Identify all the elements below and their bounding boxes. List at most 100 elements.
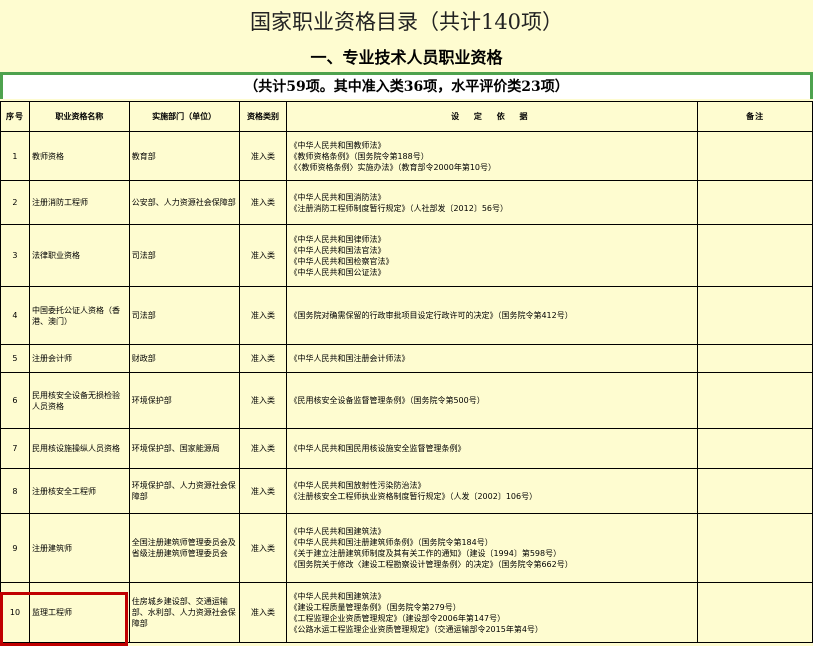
header-basis[interactable]: 设 定 依 据: [286, 101, 699, 132]
section-title: 一、专业技术人员职业资格: [0, 44, 813, 75]
basis-line: 《公路水运工程监理企业资质管理规定》（交通运输部令2015年第4号）: [289, 624, 543, 634]
cell-basis[interactable]: 《中华人民共和国建筑法》 《建设工程质量管理条例》（国务院令第279号） 《工程监理…: [286, 582, 699, 643]
table-row: 1 教师资格 教育部 准入类 《中华人民共和国教师法》 《教师资格条例》（国务院令第188…: [0, 131, 813, 181]
cell-name[interactable]: 法律职业资格: [28, 224, 130, 287]
selection-highlight: [0, 592, 128, 646]
cell-basis[interactable]: 《中华人民共和国建筑法》《中华人民共和国注册建筑师条例》（国务院令第184号） 《…: [286, 513, 699, 583]
cell-name[interactable]: 教师资格: [28, 131, 130, 181]
cell-remark[interactable]: [697, 513, 813, 583]
cell-category[interactable]: 准入类: [238, 180, 288, 225]
cell-seq[interactable]: 8: [0, 468, 30, 514]
basis-line: 《中华人民共和国检察官法》: [289, 256, 394, 266]
cell-dept[interactable]: 司法部: [128, 224, 240, 287]
cell-name[interactable]: 注册消防工程师: [28, 180, 130, 225]
basis-line: 《关于建立注册建筑师制度及其有关工作的通知》（建设〔1994〕第598号）: [289, 549, 562, 558]
cell-remark[interactable]: [697, 468, 813, 514]
table-row: 5 注册会计师 财政部 准入类 《中华人民共和国注册会计师法》: [0, 344, 813, 373]
cell-name[interactable]: 注册核安全工程师: [28, 468, 130, 514]
cell-category[interactable]: 准入类: [238, 344, 288, 373]
basis-line: 《中华人民共和国建筑法》: [289, 527, 386, 536]
section-count-summary[interactable]: （共计59项。其中准入类36项，水平评价类23项）: [0, 75, 813, 99]
basis-line: 《中华人民共和国律师法》: [289, 234, 386, 244]
cell-category[interactable]: 准入类: [238, 582, 288, 643]
table-row: 9 注册建筑师 全国注册建筑师管理委员会及省级注册建筑师管理委员会 准入类 《中华人民共…: [0, 513, 813, 583]
table-row: 8 注册核安全工程师 环境保护部、人力资源社会保障部 准入类 《中华人民共和国放射性污染…: [0, 468, 813, 514]
cell-remark[interactable]: [697, 372, 813, 429]
cell-seq[interactable]: 6: [0, 372, 30, 429]
basis-line: 《工程监理企业资质管理规定》（建设部令2006年第147号）: [289, 613, 506, 623]
cell-category[interactable]: 准入类: [238, 428, 288, 469]
qualification-table: 序号 职业资格名称 实施部门（单位） 资格类别 设 定 依 据 备注 1 教师资格…: [0, 101, 813, 643]
header-remark[interactable]: 备注: [697, 101, 813, 132]
cell-basis[interactable]: 《中华人民共和国消防法》 《注册消防工程师制度暂行规定》（人社部发〔2012〕56…: [286, 180, 699, 225]
cell-remark[interactable]: [697, 344, 813, 373]
cell-dept[interactable]: 公安部、人力资源社会保障部: [128, 180, 240, 225]
cell-seq[interactable]: 2: [0, 180, 30, 225]
cell-basis[interactable]: 《民用核安全设备监督管理条例》（国务院令第500号）: [286, 372, 699, 429]
table-row: 3 法律职业资格 司法部 准入类 《中华人民共和国律师法》 《中华人民共和国法官法》 《中华…: [0, 224, 813, 287]
cell-dept[interactable]: 司法部: [128, 286, 240, 345]
cell-dept[interactable]: 教育部: [128, 131, 240, 181]
cell-name[interactable]: 民用核安全设备无损检验人员资格: [28, 372, 130, 429]
cell-remark[interactable]: [697, 428, 813, 469]
cell-dept[interactable]: 环境保护部、人力资源社会保障部: [128, 468, 240, 514]
cell-basis[interactable]: 《中华人民共和国律师法》 《中华人民共和国法官法》 《中华人民共和国检察官法》 《中华…: [286, 224, 699, 287]
header-name[interactable]: 职业资格名称: [28, 101, 130, 132]
cell-category[interactable]: 准入类: [238, 224, 288, 287]
cell-category[interactable]: 准入类: [238, 286, 288, 345]
cell-seq[interactable]: 9: [0, 513, 30, 583]
basis-line: 《中华人民共和国建筑法》: [289, 591, 386, 601]
cell-basis[interactable]: 《中华人民共和国教师法》 《教师资格条例》（国务院令第188号） 《〈教师资格条例〉…: [286, 131, 699, 181]
basis-line: 《建设工程质量管理条例》（国务院令第279号）: [289, 602, 461, 612]
cell-remark[interactable]: [697, 582, 813, 643]
basis-line: 《注册消防工程师制度暂行规定》（人社部发〔2012〕56号）: [289, 203, 509, 213]
basis-line: 《国务院关于修改〈建设工程勘察设计管理条例〉的决定》（国务院令第662号）: [289, 560, 573, 569]
header-category[interactable]: 资格类别: [238, 101, 288, 132]
cell-seq[interactable]: 7: [0, 428, 30, 469]
header-dept[interactable]: 实施部门（单位）: [128, 101, 240, 132]
cell-dept[interactable]: 环境保护部、国家能源局: [128, 428, 240, 469]
cell-dept[interactable]: 环境保护部: [128, 372, 240, 429]
cell-name[interactable]: 中国委托公证人资格（香港、澳门）: [28, 286, 130, 345]
cell-remark[interactable]: [697, 180, 813, 225]
basis-line: 《中华人民共和国民用核设施安全监督管理条例》: [289, 444, 466, 453]
cell-seq[interactable]: 3: [0, 224, 30, 287]
basis-line: 《中华人民共和国注册建筑师条例》（国务院令第184号）: [289, 538, 493, 547]
cell-remark[interactable]: [697, 131, 813, 181]
cell-remark[interactable]: [697, 224, 813, 287]
basis-line: 《教师资格条例》（国务院令第188号）: [289, 151, 429, 161]
table-row: 4 中国委托公证人资格（香港、澳门） 司法部 准入类 《国务院对确需保留的行政审批项目设…: [0, 286, 813, 345]
cell-basis[interactable]: 《中华人民共和国放射性污染防治法》 《注册核安全工程师执业资格制度暂行规定》（人发…: [286, 468, 699, 514]
table-header-row: 序号 职业资格名称 实施部门（单位） 资格类别 设 定 依 据 备注: [0, 101, 813, 132]
cell-category[interactable]: 准入类: [238, 468, 288, 514]
cell-category[interactable]: 准入类: [238, 131, 288, 181]
basis-line: 《中华人民共和国法官法》: [289, 245, 386, 255]
table-row: 6 民用核安全设备无损检验人员资格 环境保护部 准入类 《民用核安全设备监督管理条例》（…: [0, 372, 813, 429]
basis-line: 《中华人民共和国消防法》: [289, 192, 386, 202]
cell-basis[interactable]: 《国务院对确需保留的行政审批项目设定行政许可的决定》（国务院令第412号）: [286, 286, 699, 345]
cell-basis[interactable]: 《中华人民共和国民用核设施安全监督管理条例》: [286, 428, 699, 469]
page-title: 国家职业资格目录（共计140项）: [249, 10, 564, 34]
cell-category[interactable]: 准入类: [238, 372, 288, 429]
cell-name[interactable]: 注册会计师: [28, 344, 130, 373]
header-seq[interactable]: 序号: [0, 101, 30, 132]
basis-line: 《中华人民共和国放射性污染防治法》: [289, 481, 426, 490]
basis-line: 《民用核安全设备监督管理条例》（国务院令第500号）: [289, 396, 485, 405]
basis-line: 《中华人民共和国注册会计师法》: [289, 354, 410, 363]
cell-dept[interactable]: 财政部: [128, 344, 240, 373]
cell-dept[interactable]: 住房城乡建设部、交通运输部、水利部、人力资源社会保障部: [128, 582, 240, 643]
basis-line: 《〈教师资格条例〉实施办法》（教育部令2000年第10号）: [289, 162, 497, 172]
table-row: 7 民用核设施操纵人员资格 环境保护部、国家能源局 准入类 《中华人民共和国民用核设施安…: [0, 428, 813, 469]
cell-dept[interactable]: 全国注册建筑师管理委员会及省级注册建筑师管理委员会: [128, 513, 240, 583]
cell-remark[interactable]: [697, 286, 813, 345]
cell-seq[interactable]: 5: [0, 344, 30, 373]
cell-seq[interactable]: 1: [0, 131, 30, 181]
cell-seq[interactable]: 4: [0, 286, 30, 345]
table-row: 2 注册消防工程师 公安部、人力资源社会保障部 准入类 《中华人民共和国消防法》 《注册消…: [0, 180, 813, 225]
basis-line: 《国务院对确需保留的行政审批项目设定行政许可的决定》（国务院令第412号）: [289, 311, 573, 320]
basis-line: 《中华人民共和国公证法》: [289, 267, 386, 277]
cell-basis[interactable]: 《中华人民共和国注册会计师法》: [286, 344, 699, 373]
cell-category[interactable]: 准入类: [238, 513, 288, 583]
cell-name[interactable]: 注册建筑师: [28, 513, 130, 583]
cell-name[interactable]: 民用核设施操纵人员资格: [28, 428, 130, 469]
